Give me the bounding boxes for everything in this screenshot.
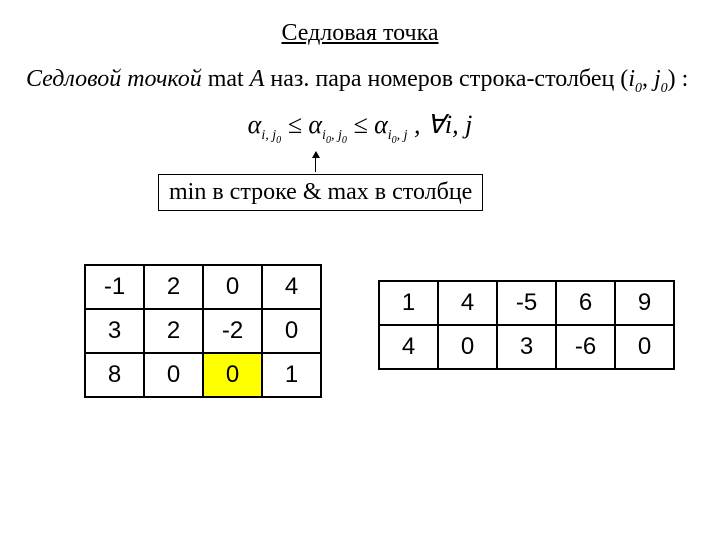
cell: -1 [85, 265, 144, 309]
cell: 3 [497, 325, 556, 369]
tail-j: j [465, 110, 472, 139]
cell: 9 [615, 281, 674, 325]
cell: 0 [144, 353, 203, 397]
def-mid: mat [202, 66, 250, 92]
cell: 4 [379, 325, 438, 369]
cell: 4 [262, 265, 321, 309]
table-row: 1 4 -5 6 9 [379, 281, 674, 325]
definition-text: Седловой точкой mat A наз. пара номеров … [26, 64, 694, 98]
alpha3: α [374, 110, 388, 139]
cell: -5 [497, 281, 556, 325]
cell: 0 [262, 309, 321, 353]
def-post1: наз. пара номеров строка-столбец ( [264, 66, 628, 92]
f3-c: , [397, 128, 404, 143]
def-var-A: A [250, 66, 265, 92]
le2: ≤ [347, 110, 374, 139]
cell: 0 [438, 325, 497, 369]
le1: ≤ [281, 110, 308, 139]
slide-title: Седловая точка [0, 20, 720, 47]
cell: 1 [379, 281, 438, 325]
tail-c: , [452, 110, 465, 139]
arrow-up-icon [315, 152, 316, 172]
def-comma: , [642, 66, 654, 92]
matrix-B: 1 4 -5 6 9 4 0 3 -6 0 [378, 280, 675, 370]
cell: -2 [203, 309, 262, 353]
forall-symbol: ∀ [427, 110, 445, 139]
def-i-sub: 0 [635, 81, 642, 96]
f2-c: , [331, 128, 338, 143]
punct: , [408, 110, 428, 139]
def-i: i [628, 66, 635, 92]
alpha1: α [248, 110, 262, 139]
cell: 2 [144, 265, 203, 309]
saddle-condition-box: min в строке & max в столбце [158, 174, 483, 211]
cell: -6 [556, 325, 615, 369]
table-row: 8 0 0 1 [85, 353, 321, 397]
cell: 2 [144, 309, 203, 353]
central-formula: αi, j0 ≤ αi0, j0 ≤ αi0, j , ∀i, j [0, 110, 720, 146]
table-row: 3 2 -2 0 [85, 309, 321, 353]
cell: 3 [85, 309, 144, 353]
table-row: 4 0 3 -6 0 [379, 325, 674, 369]
tail-i: i [445, 110, 452, 139]
matrix-A: -1 2 0 4 3 2 -2 0 8 0 0 1 [84, 264, 322, 398]
cell: 0 [203, 265, 262, 309]
cell: 0 [615, 325, 674, 369]
saddle-cell: 0 [203, 353, 262, 397]
cell: 4 [438, 281, 497, 325]
cell: 6 [556, 281, 615, 325]
alpha2: α [308, 110, 322, 139]
def-j: j [654, 66, 661, 92]
def-term: Седловой точкой [26, 66, 202, 92]
cell: 8 [85, 353, 144, 397]
def-post2: ) : [668, 66, 689, 92]
table-row: -1 2 0 4 [85, 265, 321, 309]
def-j-sub: 0 [661, 81, 668, 96]
cell: 1 [262, 353, 321, 397]
